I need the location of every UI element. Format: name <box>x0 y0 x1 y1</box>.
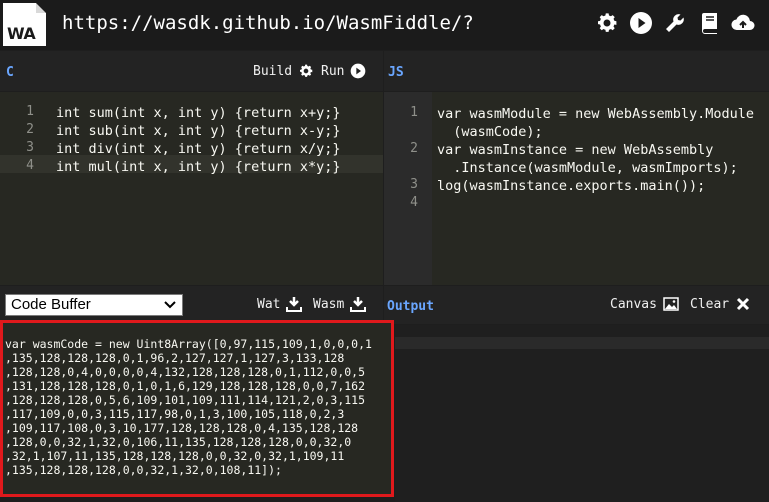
code-line: (wasmCode); <box>437 124 543 140</box>
chevron-down-icon <box>164 301 176 309</box>
wasm-logo[interactable]: WA <box>3 3 46 46</box>
download-icon <box>350 297 367 312</box>
line-number: 4 <box>26 158 34 173</box>
buffer-line: ,128,0,0,32,1,32,0,106,11,135,128,128,12… <box>5 435 352 449</box>
output-area <box>395 325 769 502</box>
buffer-line: var wasmCode = new Uint8Array([0,97,115,… <box>5 337 372 351</box>
c-code-editor[interactable]: 1 2 3 4 int sum(int x, int y) {return x+… <box>0 92 383 285</box>
line-number: 1 <box>410 105 418 120</box>
play-icon <box>351 63 366 79</box>
clear-button[interactable]: Clear <box>690 296 751 312</box>
buffer-line: ,135,128,128,128,0,1,96,2,127,127,1,127,… <box>5 351 345 365</box>
wat-label: Wat <box>257 296 281 312</box>
buffer-format-select[interactable]: Code Buffer <box>5 294 183 316</box>
close-icon <box>737 297 750 311</box>
output-label: Output <box>387 299 434 314</box>
gear-icon <box>300 64 313 77</box>
wat-download-button[interactable]: Wat <box>257 296 303 312</box>
toolbar-icons <box>595 11 755 35</box>
select-value: Code Buffer <box>11 296 91 313</box>
code-line: var wasmInstance = new WebAssembly <box>437 142 714 158</box>
canvas-button[interactable]: Canvas <box>610 296 679 312</box>
upload-cloud-icon[interactable] <box>731 11 755 35</box>
top-bar: WA https://wasdk.github.io/WasmFiddle/? <box>0 0 769 50</box>
wasm-label: Wasm <box>313 296 345 312</box>
buffer-line: ,128,128,128,0,5,6,109,101,109,111,114,1… <box>5 393 366 407</box>
logo-text: WA <box>7 24 36 43</box>
code-line: var wasmModule = new WebAssembly.Module <box>437 106 754 122</box>
wasm-download-button[interactable]: Wasm <box>313 296 367 312</box>
image-icon <box>663 297 679 311</box>
gear-icon[interactable] <box>595 11 619 35</box>
run-button[interactable]: Run <box>321 63 366 79</box>
js-code-editor[interactable]: 1 2 3 4 var wasmModule = new WebAssembly… <box>384 92 769 285</box>
book-icon[interactable] <box>697 11 721 35</box>
code-line: int sum(int x, int y) {return x+y;} <box>56 105 341 121</box>
line-number: 3 <box>26 140 34 155</box>
code-line: int sub(int x, int y) {return x-y;} <box>56 123 341 139</box>
buffer-line: ,135,128,128,128,0,0,32,1,32,0,108,11]); <box>5 463 282 477</box>
build-label: Build <box>253 63 293 79</box>
line-number: 4 <box>410 195 418 210</box>
play-icon[interactable] <box>629 11 653 35</box>
build-button[interactable]: Build <box>253 63 314 79</box>
line-number: 2 <box>26 122 34 137</box>
output-panel-header: Output Canvas Clear <box>384 286 769 324</box>
buffer-line: ,117,109,0,0,3,115,117,98,0,1,3,100,105,… <box>5 407 345 421</box>
code-line: log(wasmInstance.exports.main()); <box>437 178 706 194</box>
line-number: 3 <box>410 177 418 192</box>
code-line: int mul(int x, int y) {return x*y;} <box>56 159 341 175</box>
run-label: Run <box>321 63 345 79</box>
wrench-icon[interactable] <box>663 11 687 35</box>
code-line: .Instance(wasmModule, wasmImports); <box>437 160 738 176</box>
page-url: https://wasdk.github.io/WasmFiddle/? <box>62 12 474 34</box>
c-panel-label: C <box>6 65 14 80</box>
js-panel-header: JS <box>384 51 769 91</box>
code-buffer-panel[interactable]: var wasmCode = new Uint8Array([0,97,115,… <box>0 320 394 497</box>
line-number: 2 <box>410 141 418 156</box>
clear-label: Clear <box>690 296 730 312</box>
code-line: int div(int x, int y) {return x/y;} <box>56 141 341 157</box>
download-icon <box>286 297 303 312</box>
js-panel-label: JS <box>388 65 404 80</box>
buffer-line: ,131,128,128,128,0,1,0,1,6,129,128,128,1… <box>5 379 366 393</box>
buffer-line: ,128,128,0,4,0,0,0,0,4,132,128,128,128,0… <box>5 365 366 379</box>
canvas-label: Canvas <box>610 296 657 312</box>
c-panel-header: C Build Run <box>0 51 383 91</box>
line-number: 1 <box>26 104 34 119</box>
buffer-line: ,109,117,108,0,3,10,177,128,128,128,0,4,… <box>5 421 359 435</box>
buffer-line: ,32,1,107,11,135,128,128,128,0,0,32,0,32… <box>5 449 345 463</box>
